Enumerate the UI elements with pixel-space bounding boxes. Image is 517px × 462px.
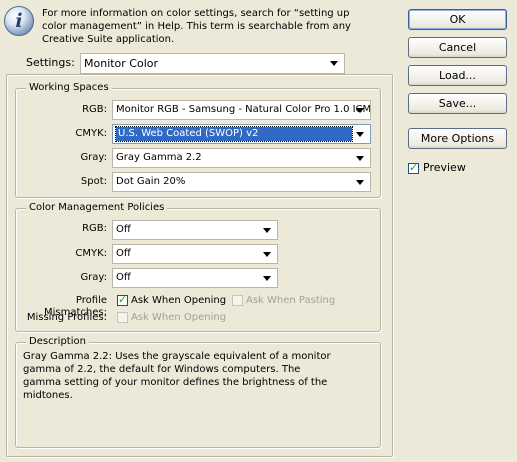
chevron-down-icon [263, 228, 271, 233]
policy-gray-dropdown[interactable]: Off [112, 268, 278, 288]
ws-spot-dropdown[interactable]: Dot Gain 20% [112, 172, 371, 192]
chevron-down-icon [356, 180, 364, 185]
policy-rgb-value: Off [116, 224, 131, 235]
policy-gray-value: Off [116, 272, 131, 283]
ask-when-opening-missing-checkbox[interactable] [117, 312, 128, 323]
settings-value: Monitor Color [84, 57, 159, 70]
policy-cmyk-dropdown[interactable]: Off [112, 244, 278, 264]
ask-when-opening-missing-label: Ask When Opening [131, 312, 227, 323]
load-button[interactable]: Load... [408, 65, 507, 86]
settings-label: Settings: [26, 56, 75, 69]
ask-when-opening-mismatch-label: Ask When Opening [131, 295, 227, 306]
working-spaces-title: Working Spaces [26, 82, 112, 94]
ask-when-pasting-checkbox[interactable] [232, 295, 243, 306]
ws-spot-label: Spot: [80, 176, 107, 187]
chevron-down-icon [263, 276, 271, 281]
policy-rgb-dropdown[interactable]: Off [112, 220, 278, 240]
policy-rgb-label: RGB: [82, 223, 107, 234]
missing-profiles-label: Missing Profiles: [26, 312, 107, 323]
ws-rgb-value: Monitor RGB - Samsung - Natural Color Pr… [116, 104, 371, 115]
ws-spot-value: Dot Gain 20% [116, 176, 186, 187]
ws-cmyk-value: U.S. Web Coated (SWOP) v2 [115, 126, 353, 142]
chevron-down-icon [330, 61, 338, 66]
cancel-button[interactable]: Cancel [408, 37, 507, 58]
save-button[interactable]: Save... [408, 93, 507, 114]
policy-cmyk-value: Off [116, 248, 131, 259]
info-message: For more information on color settings, … [42, 8, 351, 45]
ws-cmyk-label: CMYK: [75, 128, 107, 139]
ws-gray-label: Gray: [80, 152, 107, 163]
ws-gray-dropdown[interactable]: Gray Gamma 2.2 [112, 148, 371, 168]
description-title: Description [26, 336, 89, 348]
more-options-button[interactable]: More Options [408, 128, 507, 149]
chevron-down-icon [356, 108, 364, 113]
policies-title: Color Management Policies [26, 202, 168, 214]
ask-when-opening-mismatch-checkbox[interactable] [117, 293, 128, 306]
description-text: Gray Gamma 2.2: Uses the grayscale equiv… [23, 351, 331, 401]
policy-cmyk-label: CMYK: [75, 248, 107, 259]
preview-label: Preview [423, 161, 466, 174]
ws-gray-value: Gray Gamma 2.2 [116, 152, 202, 163]
settings-dropdown[interactable]: Monitor Color [80, 53, 345, 74]
chevron-down-icon [356, 156, 364, 161]
ws-rgb-dropdown[interactable]: Monitor RGB - Samsung - Natural Color Pr… [112, 100, 371, 120]
ask-when-pasting-label: Ask When Pasting [246, 295, 336, 306]
chevron-down-icon [263, 252, 271, 257]
ok-button[interactable]: OK [408, 9, 507, 30]
ws-rgb-label: RGB: [82, 104, 107, 115]
ws-cmyk-dropdown[interactable]: U.S. Web Coated (SWOP) v2 [112, 124, 371, 144]
preview-checkbox[interactable] [408, 161, 419, 174]
info-icon: i [4, 6, 34, 36]
policy-gray-label: Gray: [80, 272, 107, 283]
chevron-down-icon [356, 132, 364, 137]
